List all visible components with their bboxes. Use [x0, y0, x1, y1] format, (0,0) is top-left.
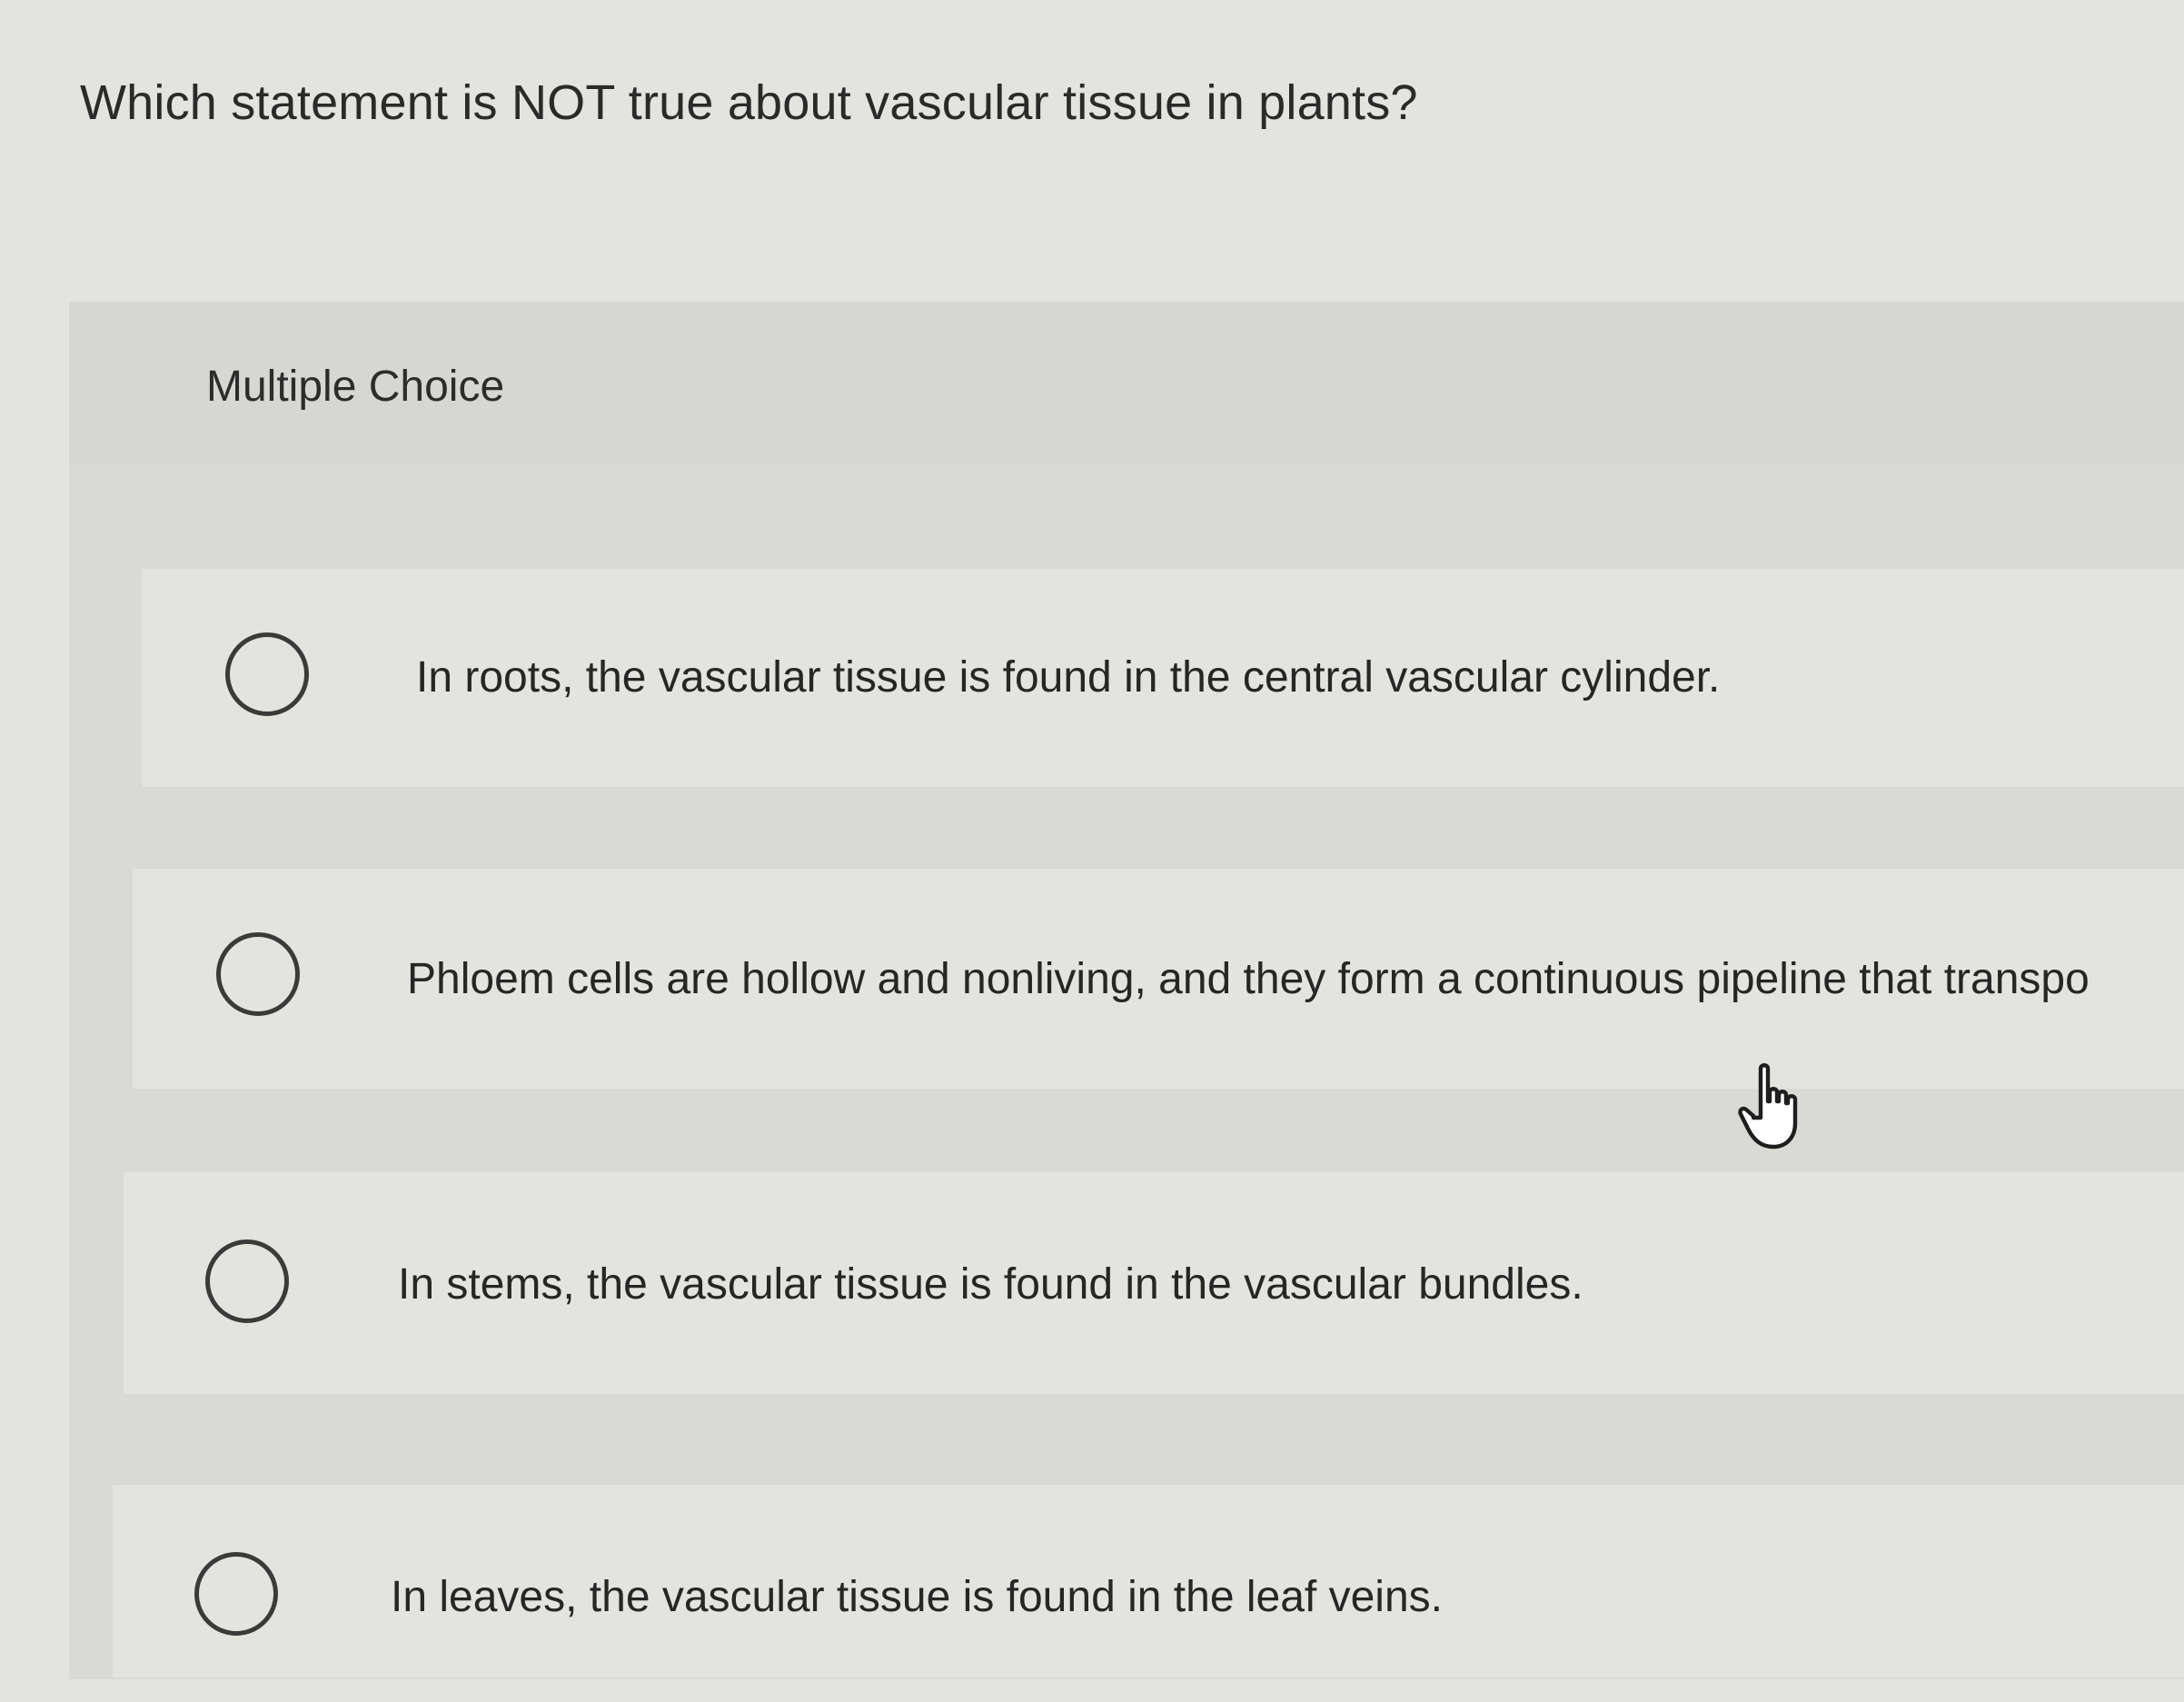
multiple-choice-label: Multiple Choice	[206, 363, 505, 411]
answer-option-2[interactable]: Phloem cells are hollow and nonliving, a…	[133, 869, 2184, 1089]
radio-button-icon[interactable]	[205, 1239, 289, 1323]
answer-option-4[interactable]: In leaves, the vascular tissue is found …	[113, 1485, 2184, 1677]
answer-option-3-label: In stems, the vascular tissue is found i…	[398, 1260, 1583, 1309]
radio-button-icon[interactable]	[216, 932, 300, 1016]
answer-option-4-label: In leaves, the vascular tissue is found …	[391, 1573, 1443, 1621]
answer-option-3[interactable]: In stems, the vascular tissue is found i…	[124, 1172, 2184, 1394]
answer-option-1[interactable]: In roots, the vascular tissue is found i…	[142, 569, 2184, 787]
question-text: Which statement is NOT true about vascul…	[80, 75, 1418, 130]
answer-option-2-label: Phloem cells are hollow and nonliving, a…	[407, 955, 2090, 1003]
radio-button-icon[interactable]	[194, 1552, 278, 1636]
answer-option-1-label: In roots, the vascular tissue is found i…	[416, 653, 1721, 702]
radio-button-icon[interactable]	[225, 632, 309, 716]
hand-pointer-cursor-icon	[1738, 1063, 1798, 1150]
